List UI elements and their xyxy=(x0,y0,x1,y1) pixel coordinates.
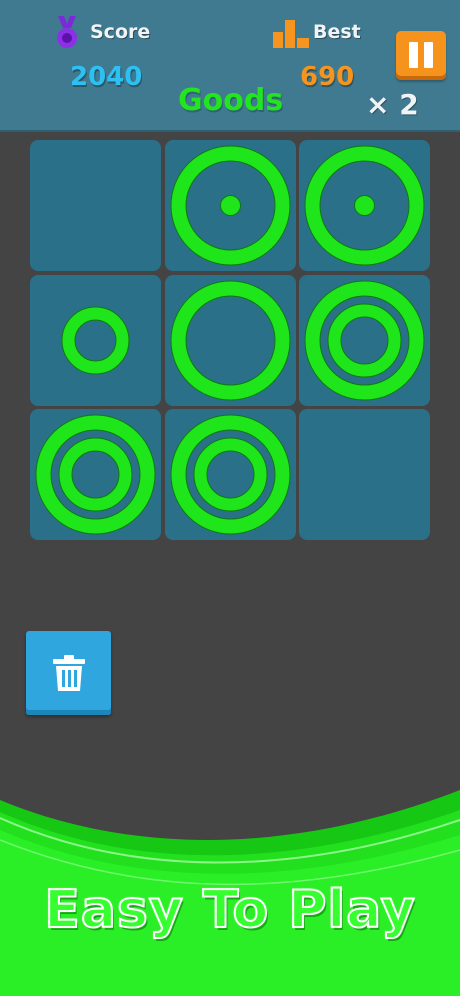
large-ring-piece xyxy=(170,280,290,400)
banner-text: Easy To Play xyxy=(43,879,416,941)
combo-feedback-text: Goods xyxy=(178,83,284,118)
best-label: Best xyxy=(313,21,361,43)
score-label: Score xyxy=(90,21,151,43)
top-bar: Score 2040 Best 690 Goods × 2 xyxy=(0,0,460,132)
board-cell[interactable] xyxy=(299,274,430,406)
board-cell[interactable] xyxy=(30,140,161,271)
dot-piece xyxy=(354,195,375,216)
board-cell[interactable] xyxy=(30,274,161,406)
medium-ring-piece xyxy=(59,438,132,511)
small-ring-piece xyxy=(62,306,129,374)
board-cell[interactable] xyxy=(30,409,161,540)
medium-ring-inner-outline xyxy=(340,316,389,364)
medium-ring-inner-outline xyxy=(71,450,120,499)
medium-ring-piece xyxy=(328,303,401,377)
medal-icon xyxy=(57,16,77,48)
game-board xyxy=(30,140,430,540)
board-cell[interactable] xyxy=(299,140,430,271)
multiplier-text: × 2 xyxy=(366,88,419,121)
dot-piece xyxy=(219,195,241,216)
board-cell[interactable] xyxy=(164,140,296,271)
score-value: 2040 xyxy=(70,62,143,92)
bar-chart-icon xyxy=(273,20,309,48)
board-cell[interactable] xyxy=(299,409,430,540)
board-cell[interactable] xyxy=(164,409,296,540)
pause-button[interactable] xyxy=(396,31,446,80)
trash-button[interactable] xyxy=(26,631,111,715)
large-ring-inner-outline xyxy=(185,295,275,385)
medium-ring-inner-outline xyxy=(206,450,254,499)
board-cell[interactable] xyxy=(164,274,296,406)
best-value: 690 xyxy=(300,62,355,92)
trash-icon xyxy=(53,655,85,691)
small-ring-inner-outline xyxy=(74,319,117,361)
medium-ring-piece xyxy=(193,438,267,511)
